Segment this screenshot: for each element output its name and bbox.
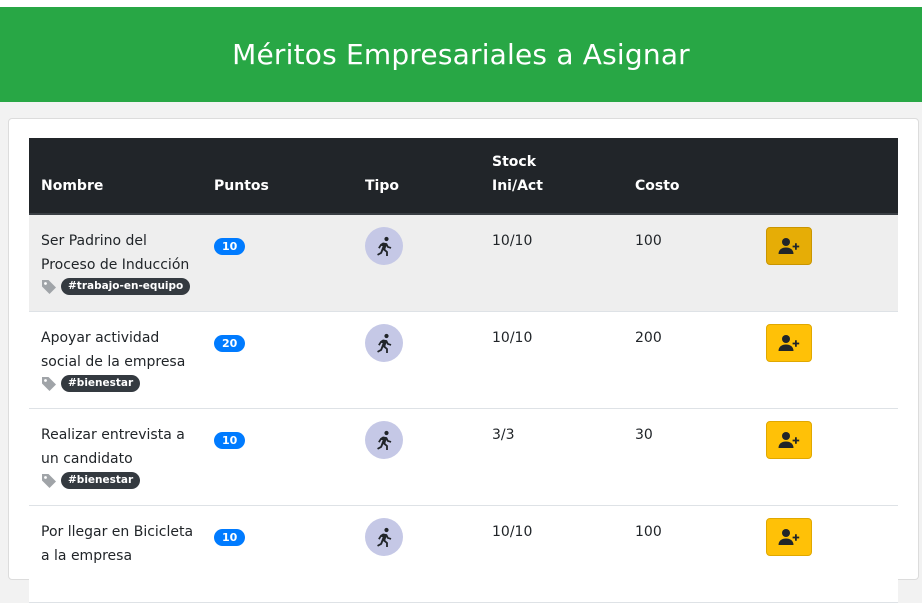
merit-name: Ser Padrino del Proceso de Inducción bbox=[41, 233, 190, 273]
stock-cell: 10/10 bbox=[492, 233, 533, 249]
page-title: Méritos Empresariales a Asignar bbox=[232, 38, 690, 71]
user-plus-icon bbox=[778, 238, 800, 254]
merit-name: Apoyar actividad social de la empresa bbox=[41, 330, 186, 370]
top-strip bbox=[0, 0, 922, 7]
running-person-icon bbox=[377, 527, 392, 547]
table-row: Realizar entrevista a un candidato #bien… bbox=[29, 409, 898, 506]
type-badge bbox=[365, 421, 403, 459]
type-badge bbox=[365, 518, 403, 556]
merits-card: Nombre Puntos Tipo Stock Ini/Act Costo S… bbox=[8, 118, 919, 603]
page-header: Méritos Empresariales a Asignar bbox=[0, 7, 922, 102]
table-row: Apoyar actividad social de la empresa #b… bbox=[29, 312, 898, 409]
points-cell: 10 bbox=[214, 234, 246, 258]
merit-name-cell: Ser Padrino del Proceso de Inducción #tr… bbox=[41, 229, 201, 295]
merit-tag[interactable]: #bienestar bbox=[61, 472, 141, 489]
user-plus-icon bbox=[778, 335, 800, 351]
stock-cell: 3/3 bbox=[492, 427, 515, 443]
merits-table: Nombre Puntos Tipo Stock Ini/Act Costo S… bbox=[29, 138, 898, 603]
running-person-icon bbox=[377, 236, 392, 256]
assign-button[interactable] bbox=[766, 421, 812, 459]
type-badge bbox=[365, 324, 403, 362]
type-badge bbox=[365, 227, 403, 265]
cost-cell: 100 bbox=[635, 524, 662, 540]
table-row: Ser Padrino del Proceso de Inducción #tr… bbox=[29, 215, 898, 312]
stock-cell: 10/10 bbox=[492, 330, 533, 346]
points-cell: 20 bbox=[214, 331, 246, 355]
merit-tag-line: #bienestar bbox=[41, 472, 201, 489]
points-badge: 10 bbox=[214, 238, 246, 255]
tag-icon bbox=[42, 473, 56, 488]
user-plus-icon bbox=[778, 529, 800, 545]
col-stock-line1: Stock bbox=[492, 154, 537, 170]
col-nombre: Nombre bbox=[41, 178, 104, 194]
cost-cell: 200 bbox=[635, 330, 662, 346]
col-puntos: Puntos bbox=[214, 178, 269, 194]
cost-cell: 100 bbox=[635, 233, 662, 249]
merit-name-cell: Por llegar en Bicicleta a la empresa bbox=[41, 520, 201, 568]
running-person-icon bbox=[377, 430, 392, 450]
col-stock: Stock Ini/Act bbox=[492, 150, 543, 198]
points-badge: 10 bbox=[214, 432, 246, 449]
merit-tag[interactable]: #trabajo-en-equipo bbox=[61, 278, 191, 295]
merit-name-cell: Realizar entrevista a un candidato #bien… bbox=[41, 423, 201, 489]
assign-button[interactable] bbox=[766, 324, 812, 362]
col-costo: Costo bbox=[635, 178, 680, 194]
table-row: Por llegar en Bicicleta a la empresa 10 … bbox=[29, 506, 898, 603]
points-cell: 10 bbox=[214, 428, 246, 452]
points-cell: 10 bbox=[214, 525, 246, 549]
merit-name: Por llegar en Bicicleta a la empresa bbox=[41, 524, 194, 564]
assign-button[interactable] bbox=[766, 518, 812, 556]
col-stock-line2: Ini/Act bbox=[492, 178, 543, 194]
merit-tag-line: #bienestar bbox=[41, 375, 201, 392]
running-person-icon bbox=[377, 333, 392, 353]
stock-cell: 10/10 bbox=[492, 524, 533, 540]
merit-name: Realizar entrevista a un candidato bbox=[41, 427, 185, 467]
merit-tag-line: #trabajo-en-equipo bbox=[41, 278, 201, 295]
assign-button[interactable] bbox=[766, 227, 812, 265]
merit-name-cell: Apoyar actividad social de la empresa #b… bbox=[41, 326, 201, 392]
col-tipo: Tipo bbox=[365, 178, 399, 194]
cost-cell: 30 bbox=[635, 427, 653, 443]
points-badge: 10 bbox=[214, 529, 246, 546]
tag-icon bbox=[42, 376, 56, 391]
user-plus-icon bbox=[778, 432, 800, 448]
merit-tag[interactable]: #bienestar bbox=[61, 375, 141, 392]
table-header: Nombre Puntos Tipo Stock Ini/Act Costo bbox=[29, 138, 898, 215]
points-badge: 20 bbox=[214, 335, 246, 352]
tag-icon bbox=[42, 279, 56, 294]
